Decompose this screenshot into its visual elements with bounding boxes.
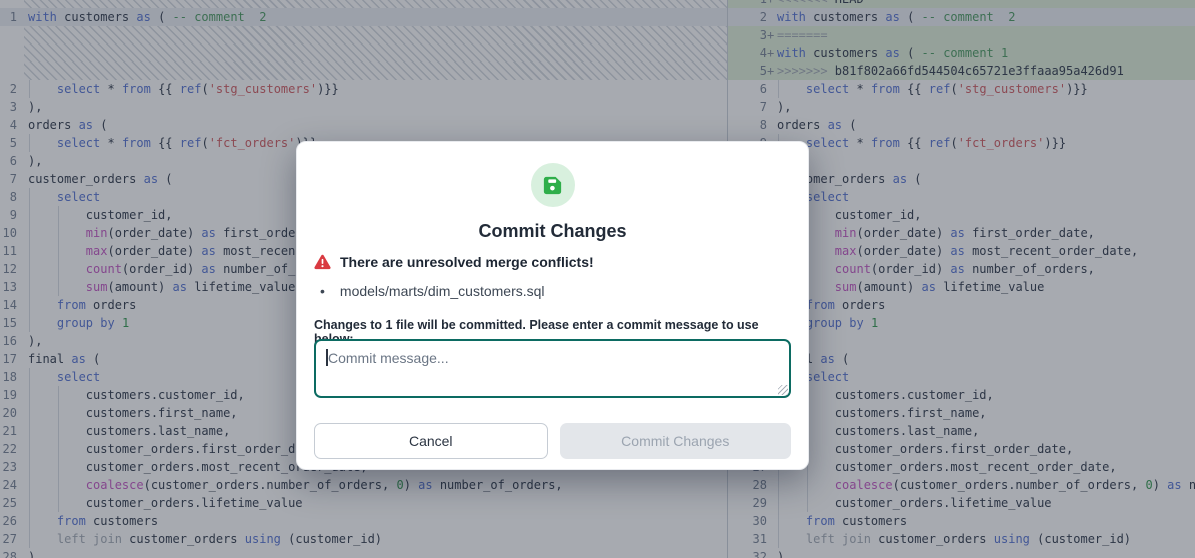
commit-instruction: Changes to 1 file will be committed. Ple… <box>314 318 791 333</box>
text-cursor <box>326 349 328 366</box>
commit-changes-modal: Commit Changes There are unresolved merg… <box>296 141 809 470</box>
textarea-resize-grip[interactable] <box>778 385 788 395</box>
commit-message-wrapper <box>314 339 791 398</box>
conflict-file-list: models/marts/dim_customers.sql <box>314 283 791 301</box>
warning-text: There are unresolved merge conflicts! <box>340 254 594 270</box>
modal-footer: Cancel Commit Changes <box>314 423 791 459</box>
merge-conflict-warning: There are unresolved merge conflicts! <box>314 253 791 271</box>
floppy-save-icon <box>541 174 564 197</box>
commit-message-input[interactable] <box>314 339 791 398</box>
cancel-button[interactable]: Cancel <box>314 423 548 459</box>
warning-triangle-icon <box>314 254 331 270</box>
dbt-ide-commit-screen: 1with customers as ( -- comment 22 selec… <box>0 0 1195 558</box>
modal-title: Commit Changes <box>297 221 808 243</box>
save-icon-badge <box>531 163 575 207</box>
conflict-file-item: models/marts/dim_customers.sql <box>314 283 791 299</box>
commit-changes-button[interactable]: Commit Changes <box>560 423 792 459</box>
